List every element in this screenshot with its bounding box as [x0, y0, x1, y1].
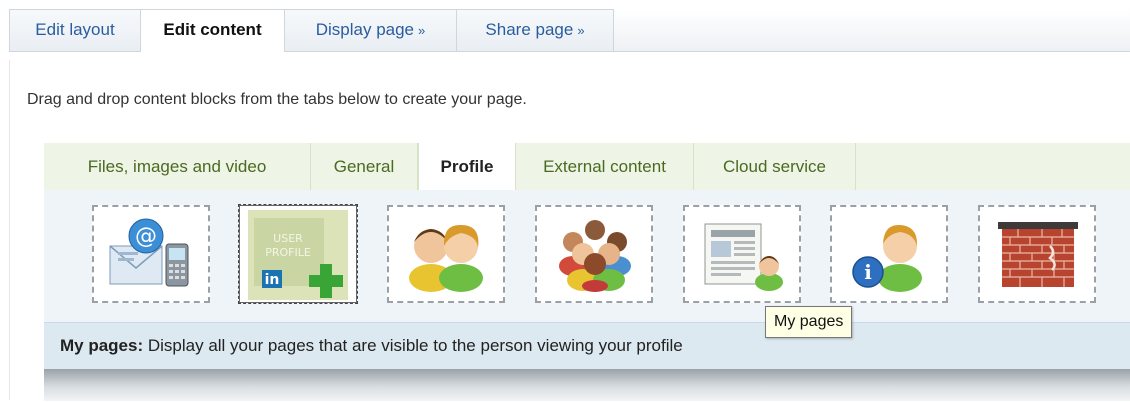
block-category-tabs: Files, images and video General Profile … [44, 143, 1130, 191]
tooltip-my-pages: My pages [765, 306, 853, 338]
tab-general[interactable]: General [311, 143, 418, 190]
tab-files-images-video[interactable]: Files, images and video [44, 143, 311, 190]
block-groups[interactable] [535, 205, 653, 303]
linkedin-badge: in [265, 272, 280, 288]
tab-files-images-video-label: Files, images and video [87, 157, 267, 176]
tab-display-page[interactable]: Display page» [284, 9, 457, 51]
panel-bottom-shadow [44, 369, 1130, 401]
tab-share-page[interactable]: Share page» [456, 9, 614, 51]
profile-text-2: PROFILE [265, 246, 311, 259]
contact-info-icon: @ [109, 218, 189, 287]
tab-profile-label: Profile [440, 157, 494, 176]
tab-edit-layout-label: Edit layout [35, 20, 115, 39]
left-border [9, 60, 10, 400]
svg-text:@: @ [135, 224, 157, 249]
my-pages-icon [704, 223, 783, 291]
tab-edit-content[interactable]: Edit content [140, 9, 285, 52]
tab-cloud-service[interactable]: Cloud service [694, 143, 856, 190]
profile-info-icon: i [852, 224, 922, 292]
top-tab-bar: Edit layout Edit content Display page» S… [9, 9, 1130, 52]
tab-share-page-arrow: » [577, 23, 585, 38]
svg-text:i: i [864, 260, 872, 284]
friends-icon [409, 224, 483, 292]
tab-general-label: General [333, 157, 395, 176]
instruction-text: Drag and drop content blocks from the ta… [27, 91, 527, 108]
tab-cloud-service-label: Cloud service [723, 157, 826, 176]
tab-external-content[interactable]: External content [516, 143, 694, 190]
block-my-pages[interactable] [683, 205, 801, 303]
content-blocks-row: @ USER PROFILE in i [44, 190, 1130, 322]
profile-text-1: USER [273, 232, 303, 245]
block-profile-info[interactable]: i [830, 205, 948, 303]
content-block-panel: Files, images and video General Profile … [44, 143, 1130, 401]
block-wall[interactable] [978, 205, 1096, 303]
tab-display-page-arrow: » [418, 23, 426, 38]
tab-external-content-label: External content [543, 157, 666, 176]
tab-edit-layout[interactable]: Edit layout [9, 9, 141, 51]
wall-icon [998, 222, 1078, 287]
block-linkedin-profile[interactable]: USER PROFILE in [238, 204, 358, 304]
block-description: My pages: Display all your pages that ar… [44, 322, 1130, 369]
tab-display-page-label: Display page [315, 20, 415, 39]
block-contact-info[interactable]: @ [92, 205, 210, 303]
tab-edit-content-label: Edit content [163, 20, 262, 39]
tab-share-page-label: Share page [485, 20, 574, 39]
block-friends[interactable] [387, 205, 505, 303]
tab-profile[interactable]: Profile [418, 143, 516, 190]
groups-icon [559, 220, 631, 292]
linkedin-user-profile-icon: USER PROFILE in [248, 210, 348, 300]
description-label: My pages: [60, 336, 144, 355]
description-text: Display all your pages that are visible … [143, 336, 683, 355]
